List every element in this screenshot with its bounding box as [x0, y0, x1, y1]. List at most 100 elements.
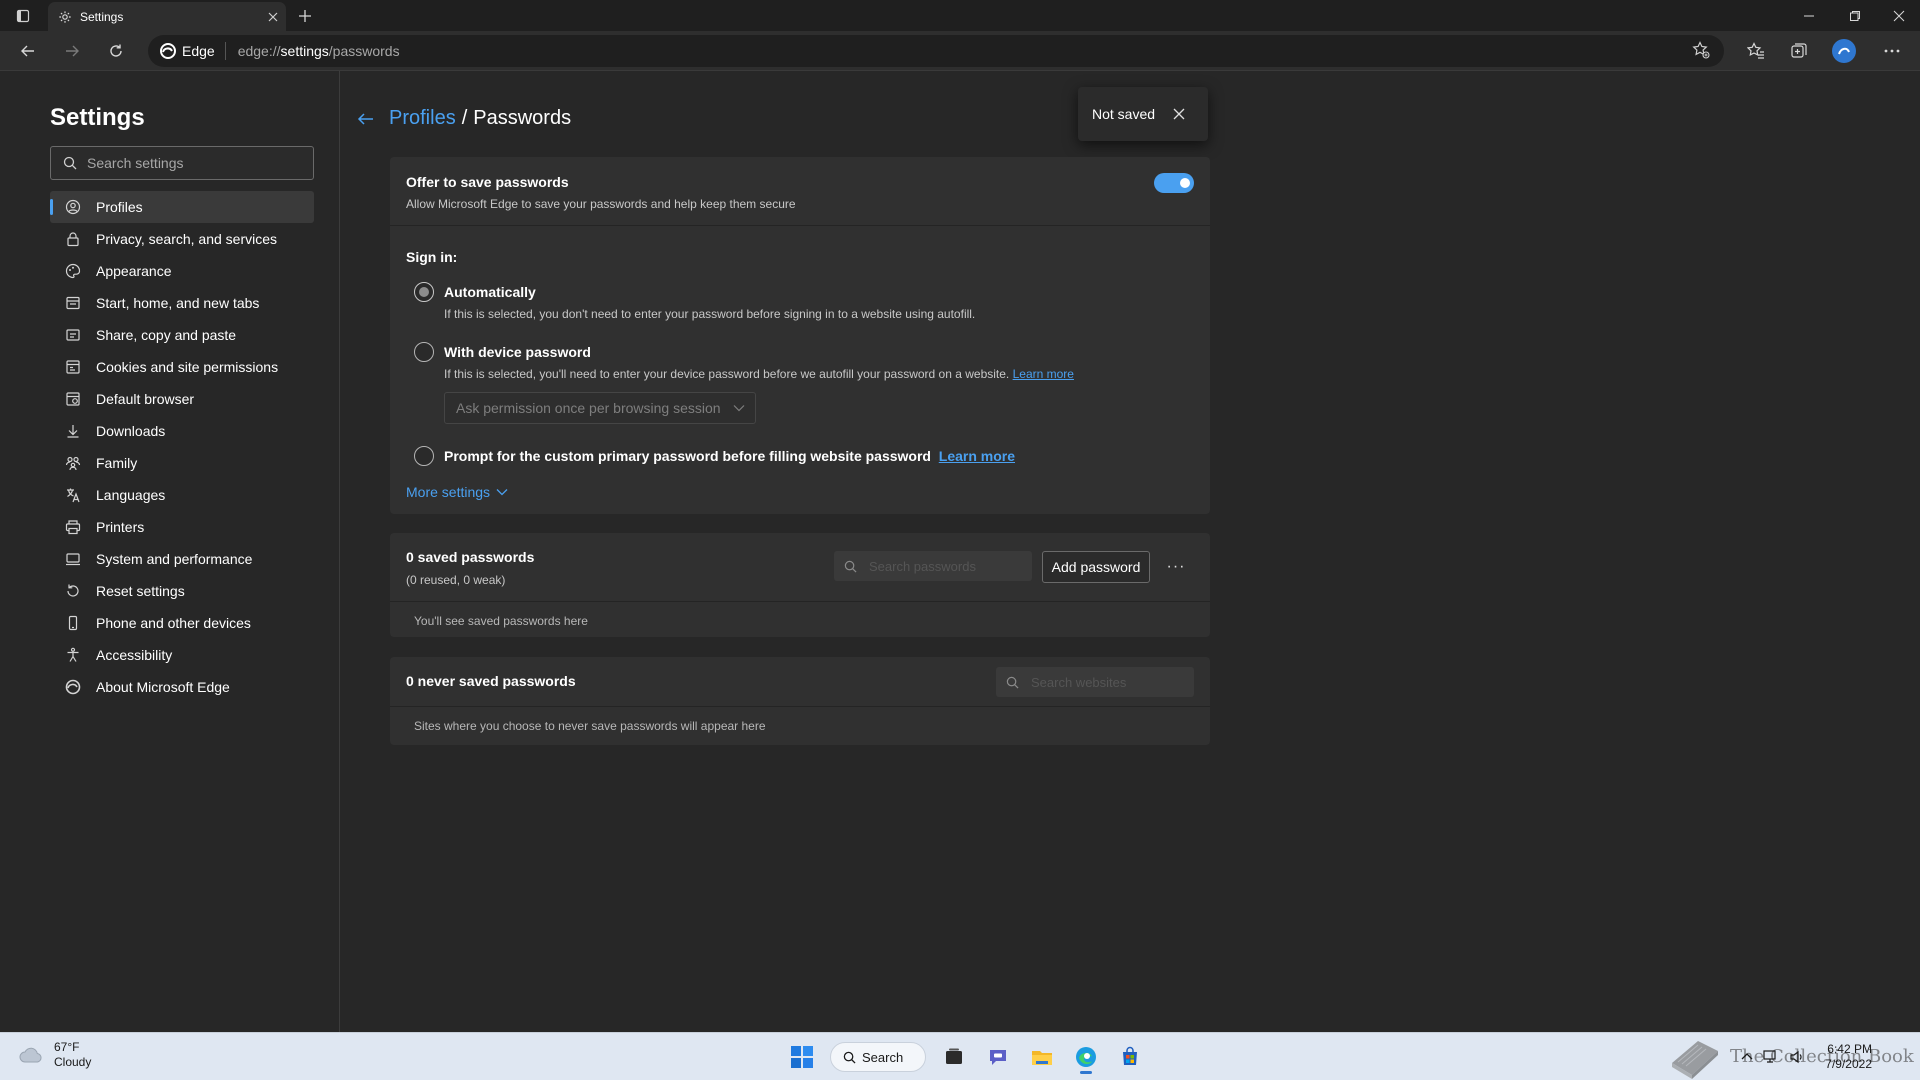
start-button[interactable]	[782, 1039, 822, 1075]
task-view-icon	[943, 1046, 965, 1068]
learn-more-link[interactable]: Learn more	[1013, 367, 1074, 381]
sidebar-item-cookies[interactable]: Cookies and site permissions	[50, 351, 314, 383]
tab-settings[interactable]: Settings	[48, 2, 286, 31]
sidebar-item-label: Appearance	[96, 263, 172, 279]
accessibility-icon	[64, 646, 82, 664]
weather-desc: Cloudy	[54, 1055, 92, 1069]
sidebar-item-system[interactable]: System and performance	[50, 543, 314, 575]
saved-passwords-header: 0 saved passwords (0 reused, 0 weak) Add…	[390, 533, 1210, 601]
close-icon[interactable]	[1173, 108, 1185, 120]
weather-temp: 67°F	[54, 1040, 80, 1054]
taskbar-search-button[interactable]: Search	[830, 1042, 926, 1072]
add-password-button[interactable]: Add password	[1042, 551, 1150, 583]
breadcrumb-separator: /	[461, 107, 468, 129]
search-settings-input[interactable]	[87, 155, 307, 171]
offer-save-title: Offer to save passwords	[406, 174, 569, 190]
offer-save-toggle[interactable]	[1154, 173, 1194, 193]
favorites-icon[interactable]	[1740, 36, 1772, 66]
edge-site-chip[interactable]: Edge	[160, 42, 226, 60]
close-window-icon[interactable]	[1878, 0, 1920, 31]
signin-label: Sign in:	[406, 249, 458, 265]
collections-icon[interactable]	[1783, 36, 1815, 66]
settings-nav-list: Profiles Privacy, search, and services A…	[50, 191, 314, 703]
file-explorer-button[interactable]	[1022, 1039, 1062, 1075]
phone-icon	[64, 614, 82, 632]
sidebar-item-reset[interactable]: Reset settings	[50, 575, 314, 607]
sidebar-item-family[interactable]: Family	[50, 447, 314, 479]
back-icon[interactable]	[12, 36, 44, 66]
store-icon	[1119, 1046, 1141, 1068]
sidebar-item-phone[interactable]: Phone and other devices	[50, 607, 314, 639]
sidebar-item-label: Start, home, and new tabs	[96, 295, 260, 311]
permission-frequency-select[interactable]: Ask permission once per browsing session	[444, 392, 756, 424]
radio-description: If this is selected, you'll need to ente…	[444, 367, 1074, 381]
forward-icon[interactable]	[56, 36, 88, 66]
more-options-icon[interactable]	[1876, 36, 1908, 66]
sidebar-item-appearance[interactable]: Appearance	[50, 255, 314, 287]
sidebar-item-label: Reset settings	[96, 583, 185, 599]
task-view-button[interactable]	[934, 1039, 974, 1075]
search-websites-box[interactable]	[996, 667, 1194, 697]
learn-more-link[interactable]: Learn more	[939, 448, 1015, 464]
more-actions-button[interactable]: ···	[1162, 555, 1190, 579]
search-passwords-input[interactable]	[869, 558, 1009, 574]
sidebar-item-start-home[interactable]: Start, home, and new tabs	[50, 287, 314, 319]
edge-icon	[1074, 1045, 1098, 1069]
back-arrow-icon[interactable]	[357, 111, 375, 127]
tab-actions-icon[interactable]	[8, 0, 38, 31]
not-saved-toast: Not saved	[1078, 87, 1208, 141]
edge-taskbar-button[interactable]	[1066, 1039, 1106, 1075]
more-settings-link[interactable]: More settings	[406, 484, 508, 500]
radio-primary-password[interactable]	[414, 446, 434, 466]
tab-title: Settings	[80, 9, 124, 24]
breadcrumb-profiles-link[interactable]: Profiles	[389, 107, 456, 130]
never-saved-card: 0 never saved passwords Sites where you …	[390, 657, 1210, 745]
lock-icon	[64, 230, 82, 248]
sidebar-item-downloads[interactable]: Downloads	[50, 415, 314, 447]
clock[interactable]: 6:42 PM 7/9/2022	[1822, 1042, 1872, 1072]
volume-icon[interactable]	[1789, 1050, 1805, 1064]
restore-icon[interactable]	[1832, 0, 1878, 31]
languages-icon	[64, 486, 82, 504]
network-icon[interactable]	[1763, 1050, 1779, 1064]
sidebar-item-printers[interactable]: Printers	[50, 511, 314, 543]
radio-automatically[interactable]	[414, 282, 434, 302]
minimize-icon[interactable]	[1786, 0, 1832, 31]
saved-passwords-card: 0 saved passwords (0 reused, 0 weak) Add…	[390, 533, 1210, 637]
refresh-icon[interactable]	[100, 36, 132, 66]
teams-chat-button[interactable]	[978, 1039, 1018, 1075]
profile-avatar[interactable]	[1828, 36, 1860, 66]
sidebar-item-privacy[interactable]: Privacy, search, and services	[50, 223, 314, 255]
weather-widget[interactable]: 67°F Cloudy	[18, 1040, 91, 1070]
radio-device-password[interactable]	[414, 342, 434, 362]
appearance-icon	[64, 262, 82, 280]
gear-icon	[58, 10, 72, 24]
sidebar-item-about[interactable]: About Microsoft Edge	[50, 671, 314, 703]
sidebar-item-profiles[interactable]: Profiles	[50, 191, 314, 223]
search-icon	[844, 560, 857, 573]
sidebar-item-label: Share, copy and paste	[96, 327, 237, 343]
offer-save-description: Allow Microsoft Edge to save your passwo…	[406, 197, 796, 211]
sidebar-item-share[interactable]: Share, copy and paste	[50, 319, 314, 351]
sidebar-item-label: Profiles	[96, 199, 143, 215]
sidebar-item-default-browser[interactable]: Default browser	[50, 383, 314, 415]
clock-date: 7/9/2022	[1825, 1057, 1872, 1071]
divider	[390, 225, 1210, 226]
new-tab-icon[interactable]	[290, 0, 320, 31]
search-settings-box[interactable]	[50, 146, 314, 180]
add-favorite-icon[interactable]	[1692, 41, 1710, 62]
sidebar-item-accessibility[interactable]: Accessibility	[50, 639, 314, 671]
search-websites-input[interactable]	[1031, 674, 1171, 690]
edge-icon	[160, 43, 176, 59]
close-tab-icon[interactable]	[260, 4, 286, 30]
address-bar[interactable]: Edge edge://settings/passwords	[148, 35, 1724, 67]
url-text[interactable]: edge://settings/passwords	[238, 43, 400, 59]
store-button[interactable]	[1110, 1039, 1150, 1075]
download-icon	[64, 422, 82, 440]
taskbar-apps: Search	[780, 1039, 1152, 1075]
chevron-up-icon[interactable]	[1741, 1052, 1753, 1062]
search-passwords-box[interactable]	[834, 551, 1032, 581]
reset-icon	[64, 582, 82, 600]
sidebar-item-languages[interactable]: Languages	[50, 479, 314, 511]
search-icon	[1006, 676, 1019, 689]
